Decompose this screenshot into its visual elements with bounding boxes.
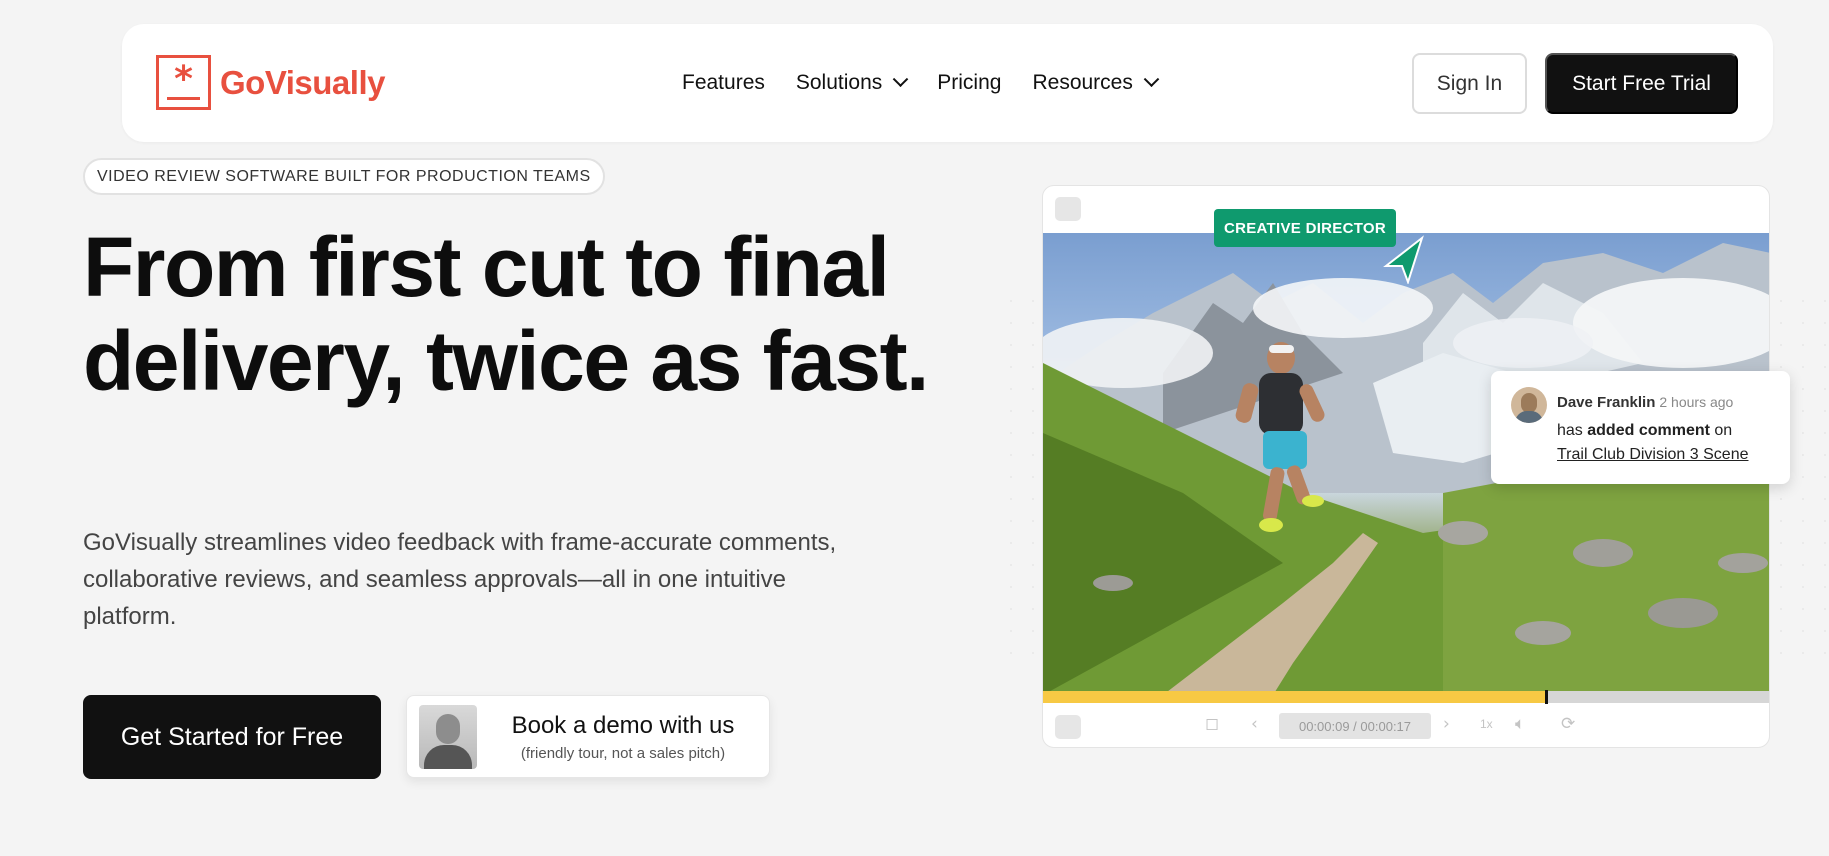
player-controls: ◻ ‹ 00:00:09 / 00:00:17 › 1x 🔈︎ ⟳ — [1043, 703, 1769, 747]
creative-director-tag: CREATIVE DIRECTOR — [1214, 209, 1396, 247]
playhead[interactable] — [1545, 690, 1549, 704]
progress-fill — [1043, 691, 1546, 703]
timecode-display: 00:00:09 / 00:00:17 — [1279, 713, 1431, 739]
logo-icon: * — [156, 55, 211, 110]
previous-frame-icon[interactable]: ‹ — [1251, 714, 1258, 734]
next-frame-icon[interactable]: › — [1443, 714, 1450, 734]
volume-icon[interactable]: 🔈︎ — [1515, 714, 1525, 734]
logo-text: GoVisually — [220, 63, 385, 101]
demo-text: Book a demo with us (friendly tour, not … — [477, 711, 769, 762]
comment-time: 2 hours ago — [1659, 394, 1734, 410]
loop-icon[interactable]: ⟳ — [1561, 714, 1575, 734]
menu-label: Features — [682, 71, 765, 94]
start-free-trial-button[interactable]: Start Free Trial — [1545, 53, 1738, 114]
menu-item-solutions[interactable]: Solutions — [795, 70, 909, 95]
commenter-avatar — [1511, 387, 1547, 423]
stop-icon[interactable]: ◻ — [1205, 714, 1219, 734]
chevron-down-icon — [1143, 70, 1160, 87]
cursor-arrow-icon — [1383, 235, 1424, 284]
comment-action-line: has added comment on — [1557, 422, 1732, 440]
demo-subtitle: (friendly tour, not a sales pitch) — [520, 745, 726, 762]
menu-item-features[interactable]: Features — [682, 71, 765, 95]
top-navigation: * GoVisually Features Solutions Pricing … — [122, 24, 1773, 142]
logo[interactable]: * GoVisually — [156, 55, 385, 110]
hero-headline: From first cut to final delivery, twice … — [83, 220, 929, 408]
comment-notification-card[interactable]: Dave Franklin 2 hours ago has added comme… — [1491, 371, 1790, 484]
comment-prefix: has — [1557, 422, 1583, 439]
demo-host-avatar — [419, 704, 477, 769]
menu-label: Solutions — [795, 71, 883, 94]
sign-in-button[interactable]: Sign In — [1412, 53, 1527, 114]
tagline-badge: VIDEO REVIEW SOFTWARE BUILT FOR PRODUCTI… — [83, 158, 605, 195]
comment-suffix: on — [1714, 422, 1733, 439]
commenter-name: Dave Franklin — [1557, 394, 1656, 411]
get-started-button[interactable]: Get Started for Free — [83, 695, 381, 779]
video-progress-bar[interactable] — [1043, 690, 1769, 704]
comment-target-link[interactable]: Trail Club Division 3 Scene — [1557, 446, 1748, 464]
menu-item-resources[interactable]: Resources — [1032, 70, 1160, 95]
menu-item-pricing[interactable]: Pricing — [937, 71, 1001, 95]
menu-label: Pricing — [937, 71, 1002, 94]
menu-label: Resources — [1032, 71, 1133, 94]
book-demo-button[interactable]: Book a demo with us (friendly tour, not … — [406, 695, 770, 778]
comment-action: added comment — [1587, 422, 1710, 439]
main-menu: Features Solutions Pricing Resources — [682, 24, 1188, 142]
demo-title: Book a demo with us — [511, 712, 735, 739]
playback-speed[interactable]: 1x — [1480, 717, 1493, 731]
player-bottom-button[interactable] — [1055, 715, 1081, 739]
hero-subtext: GoVisually streamlines video feedback wi… — [83, 529, 837, 630]
player-top-button[interactable] — [1055, 197, 1081, 221]
chevron-down-icon — [892, 70, 909, 87]
commenter-name-line: Dave Franklin 2 hours ago — [1557, 394, 1733, 411]
